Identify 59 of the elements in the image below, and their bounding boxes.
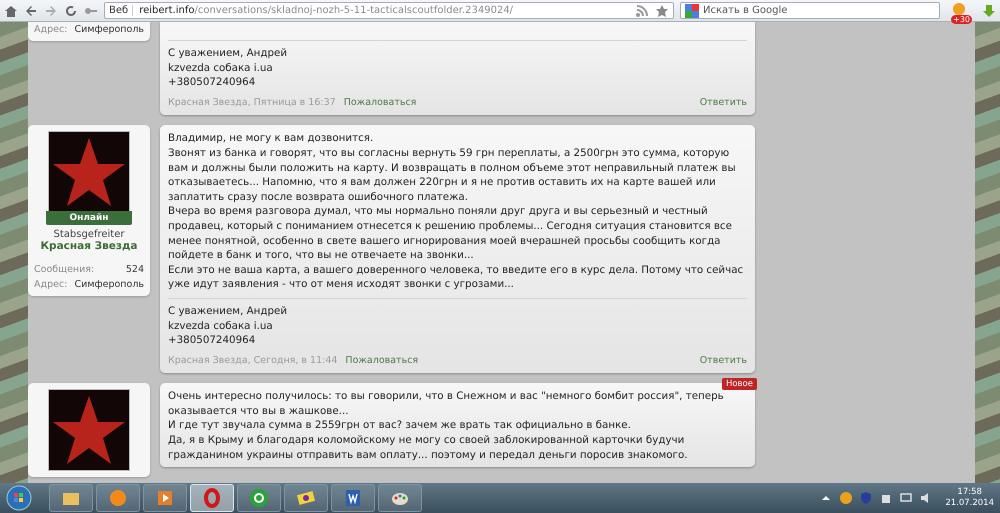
signature-line: +380507240964 [168,333,256,348]
search-placeholder: Искать в Google [703,5,788,16]
message-text: Очень интересно получилось: то вы говорили, что в Снежном и вас "немного бомбит россия", теперь оказывается что вы в жашкове... [168,389,725,418]
signature-line: kzvezda собака i.ua [168,60,274,76]
stat-label: Сообщения: [34,264,94,276]
address-bar[interactable]: Веб reibert.info/conversations/skladnoj-nozh-5-11-tacticalscoutfolder.2349024/ [104,2,674,19]
notification-badge: +30 [951,15,972,24]
report-link[interactable]: Пожаловаться [344,96,416,110]
online-status: Онлайн [46,211,132,226]
reply-link[interactable]: Ответить [700,96,747,110]
message-text: Если это не ваша карта, а вашего доверенного человека, то введите его в курс дела. Потому что сейчас уже идут заявления - что от меня исходят звонки с угрозами... [168,262,744,292]
google-icon [685,4,699,18]
download-icon[interactable] [982,4,996,18]
web-label: Веб [109,5,134,16]
taskbar-app[interactable] [331,484,375,512]
reply-link[interactable]: Ответить [700,354,747,368]
stat-label: Адрес: [34,279,68,290]
taskbar-app[interactable] [143,484,187,512]
back-icon[interactable] [24,4,38,18]
signature-line: С уважением, Андрей [168,46,288,61]
document-w-icon [343,488,363,508]
ring-icon [202,488,222,508]
clock[interactable]: 17:58 21.07.2014 [945,487,994,509]
message-text: И где тут звучала сумма в 2559грн от вас? зачем же врать так официально в банке. [168,418,632,434]
at-sign-icon [249,488,269,508]
message-text: Звонят из банка и говорят, что вы согласны вернуть 59 грн переплаты, а 2500грн это сумма, которую вам и должны были положить на карту. И возвращать в полном объеме этот неправильный платеж вы отказываетесь... Напомню, что я вам должен 220грн и я не против оставить их на карте вашей или заплатить сразу после возврата ошибочного платежа. [168,146,737,204]
addon-icon[interactable] [952,2,966,16]
taskbar-app[interactable] [237,484,281,512]
username: Красная Звезда [40,240,138,252]
taskbar-app[interactable] [284,484,328,512]
rss-icon[interactable] [635,4,649,18]
url-text: reibert.info/conversations/skladnoj-nozh-5-11-tacticalscoutfolder.2349024/ [139,5,514,16]
user-rank: Stabsgefreiter [54,229,124,240]
network-icon[interactable] [899,491,914,505]
post-meta: Красная Звезда, Сегодня, в 11:44 [168,354,338,368]
report-link[interactable]: Пожаловаться [345,354,418,368]
taskbar-app[interactable] [378,484,422,512]
stat-label: Адрес: [34,24,68,35]
signature-line: +380507240964 [168,75,256,90]
reload-icon[interactable] [64,4,78,18]
ticket-icon [296,488,316,508]
home-icon[interactable] [4,4,18,18]
message-text: Вчера во время разговора думал, что мы нормально поняли друг друга и вы серьезный и честный продавец, который с пониманием отнесется к решению проблемы... Сегодня ситуация становится все менее понятной, особенно в свете вашего игнорирования моей вчерашней просьбы сообщить когда пойдете в банк и того, что вы не отвечаете на звонки... [168,204,733,263]
signature-line: kzvezda собака i.ua [168,318,274,334]
stat-value: Симферополь [74,24,144,35]
taskbar-app[interactable] [49,484,93,512]
search-field[interactable]: Искать в Google [680,2,940,19]
play-icon [155,488,175,508]
signature-line: С уважением, Андрей [168,304,288,318]
start-button[interactable] [6,485,32,511]
stat-value: Симферополь [74,279,144,290]
tray-circle-icon[interactable] [839,491,854,505]
message-text: Да, я в Крыму и благодаря коломойскому не могу со своей заблокированной карточки будучи гражданином украины отправить вам оплату... поэтому и передал деньги поросив знакомого. [168,433,689,462]
circle-icon [108,488,128,508]
stat-value: 524 [126,264,144,276]
star-icon[interactable] [655,4,669,18]
message-text: Владимир, не могу к вам дозвонится. [168,131,374,146]
post-meta: Красная Звезда, Пятница в 16:37 [168,96,336,110]
new-badge: Новое [722,378,757,390]
